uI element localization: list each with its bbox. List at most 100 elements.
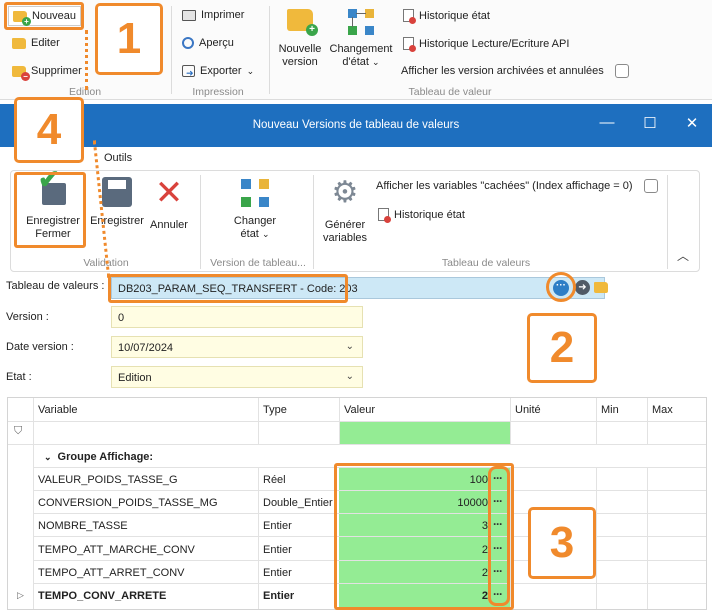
row-indicator-icon: ▷ (17, 590, 24, 600)
history-rw-icon (403, 37, 416, 52)
history-rw-button[interactable]: Historique Lecture/Ecriture API (403, 37, 569, 52)
row-type: Réel (263, 474, 286, 486)
tab-outils[interactable]: Outils (104, 152, 132, 164)
delete-button[interactable]: Supprimer (12, 65, 82, 81)
new-version-folder-icon: + (287, 9, 318, 36)
navigate-arrow-icon[interactable]: ➜ (575, 280, 590, 295)
preview-button[interactable]: Aperçu (182, 37, 234, 49)
dialog-tabs: Outils (0, 147, 712, 169)
show-hidden-checkbox[interactable] (643, 179, 658, 193)
ribbon-separator (313, 175, 314, 269)
dialog-titlebar: Nouveau Versions de tableau de valeurs —… (0, 104, 712, 147)
chevron-down-icon: ⌄ (246, 65, 255, 76)
state-field-label: Etat : (6, 371, 32, 383)
grid-line (596, 398, 597, 444)
grid-line (339, 398, 340, 444)
edit-label: Editer (31, 37, 60, 49)
workflow-icon (346, 7, 376, 37)
callout-badge-2: 2 (527, 313, 597, 383)
ribbon-separator (200, 175, 201, 269)
row-type: Entier (263, 520, 292, 532)
generate-label-1: Générer (324, 219, 366, 231)
version-field-value: 0 (118, 312, 125, 324)
generate-label-2: variables (322, 232, 368, 244)
version-field[interactable]: 0 (111, 306, 363, 328)
edit-button[interactable]: Editer (12, 37, 60, 49)
dialog-change-state-label-2: état ⌄ (240, 228, 270, 240)
date-field[interactable]: 10/07/2024 ⌄ (111, 336, 363, 358)
table-group-label: Tableau de valeur (408, 86, 492, 98)
chevron-down-icon[interactable]: ⌄ (346, 341, 354, 352)
callout-connector (85, 30, 88, 90)
workflow-icon (239, 177, 271, 209)
row-type: Entier (263, 567, 292, 579)
version-field-label: Version : (6, 311, 49, 323)
print-label: Imprimer (201, 9, 245, 21)
date-field-label: Date version : (6, 341, 74, 353)
table-group-label: Tableau de valeurs (441, 257, 531, 269)
save-button[interactable]: Enregistrer (85, 177, 149, 228)
change-state-label-2: d'état ⌄ (342, 56, 380, 68)
show-archived-label: Afficher les version archivées et annulé… (401, 65, 604, 77)
column-header-type[interactable]: Type (263, 404, 287, 416)
row-variable: VALEUR_POIDS_TASSE_G (38, 474, 178, 486)
value-column-highlight (334, 463, 514, 610)
grid-line (8, 444, 706, 445)
ellipsis-column-highlight (488, 466, 510, 606)
ribbon-separator (269, 6, 270, 94)
chevron-down-icon[interactable]: ⌄ (346, 371, 354, 382)
generate-variables-button[interactable]: ⚙ Générer variables (315, 177, 375, 245)
export-icon: ➜ (182, 65, 195, 78)
column-header-max[interactable]: Max (652, 404, 673, 416)
show-hidden-option[interactable]: Afficher les variables "cachées" (Index … (376, 179, 658, 193)
show-archived-checkbox[interactable] (614, 64, 629, 78)
group-row[interactable]: ⌄ Groupe Affichage: (44, 451, 153, 463)
dialog-change-state-button[interactable]: Changer état ⌄ (221, 177, 289, 241)
ribbon-separator (171, 6, 172, 94)
minimize-icon[interactable]: — (597, 114, 617, 131)
collapse-ribbon-icon[interactable]: ︿ (677, 247, 689, 264)
print-button[interactable]: Imprimer (182, 9, 244, 21)
change-state-label-1: Changement (329, 43, 393, 55)
row-variable: NOMBRE_TASSE (38, 520, 128, 532)
close-icon[interactable]: ✕ (682, 114, 702, 132)
row-type: Entier (263, 544, 292, 556)
print-group-label: Impression (192, 86, 244, 98)
dialog-history-state-label: Historique état (394, 208, 465, 221)
table-field-label: Tableau de valeurs : (6, 280, 105, 292)
row-variable: TEMPO_ATT_MARCHE_CONV (38, 544, 195, 556)
column-header-value[interactable]: Valeur (344, 404, 375, 416)
state-field[interactable]: Edition ⌄ (111, 366, 363, 388)
printer-icon (182, 9, 196, 21)
history-state-button[interactable]: Historique état (403, 9, 490, 24)
edit-folder-icon (12, 37, 26, 49)
chevron-down-icon[interactable]: ⌄ (44, 452, 52, 462)
dialog-history-state-button[interactable]: Historique état (378, 208, 465, 223)
row-variable: TEMPO_CONV_ARRETE (38, 590, 167, 602)
grid-line (647, 398, 648, 444)
column-header-variable[interactable]: Variable (38, 404, 78, 416)
column-header-min[interactable]: Min (601, 404, 619, 416)
chevron-down-icon: ⌄ (261, 229, 270, 239)
change-state-button[interactable]: Changement d'état ⌄ (328, 7, 394, 69)
row-variable: TEMPO_ATT_ARRET_CONV (38, 567, 185, 579)
maximize-icon[interactable]: ☐ (640, 114, 660, 132)
filter-icon[interactable]: ⛉ (14, 425, 22, 438)
export-button[interactable]: ➜ Exporter ⌄ (182, 65, 255, 78)
cancel-button[interactable]: ✕ Annuler (147, 174, 191, 232)
cancel-x-icon: ✕ (154, 174, 184, 212)
cancel-label: Annuler (150, 219, 188, 231)
value-filter-cell[interactable] (339, 422, 510, 444)
chevron-down-icon: ⌄ (372, 57, 380, 67)
new-button-highlight (4, 2, 84, 30)
grid-line (258, 398, 259, 444)
ellipsis-highlight (546, 272, 576, 302)
history-icon (378, 208, 391, 223)
state-field-value: Edition (118, 372, 152, 384)
callout-badge-4: 4 (14, 97, 84, 163)
show-archived-option[interactable]: Afficher les version archivées et annulé… (401, 64, 629, 78)
column-header-unit[interactable]: Unité (515, 404, 541, 416)
new-version-button[interactable]: + Nouvelle version (276, 7, 324, 69)
dialog-ribbon: ✔ Enregistrer Fermer Enregistrer ✕ Annul… (10, 166, 700, 272)
open-folder-icon[interactable] (594, 282, 608, 293)
